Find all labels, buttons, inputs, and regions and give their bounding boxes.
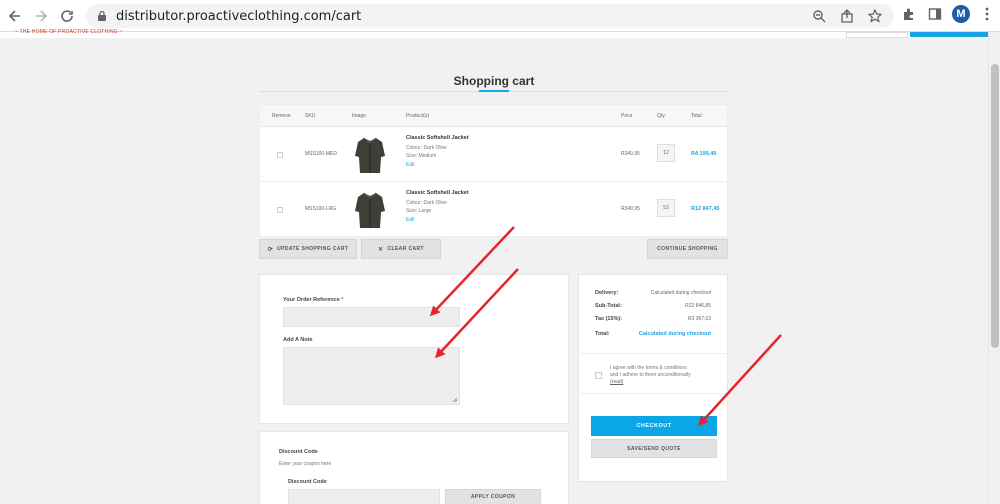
summary-divider [579, 393, 727, 394]
jacket-image [355, 192, 385, 228]
profile-avatar[interactable]: M [952, 5, 970, 23]
subtotal-label: Sub-Total: [595, 303, 622, 309]
product-size: Size: Large [406, 208, 432, 214]
row-sku: MSS100-LRG [305, 206, 337, 212]
qty-input[interactable]: 53 [657, 199, 675, 217]
col-image: Image [352, 113, 366, 119]
tax-value: R3 367,03 [687, 316, 711, 322]
scrollbar-thumb[interactable] [991, 64, 999, 348]
continue-shopping-label: CONTINUE SHOPPING [657, 246, 718, 252]
product-name[interactable]: Classic Softshell Jacket [406, 135, 469, 141]
summary-divider [579, 353, 727, 354]
close-icon: ✕ [378, 246, 384, 253]
site-header [0, 32, 988, 38]
checkout-button[interactable]: CHECKOUT [591, 416, 717, 436]
zoom-icon[interactable] [810, 7, 828, 25]
total-label: Total: [595, 331, 610, 337]
discount-field-label: Discount Code [288, 479, 327, 485]
page-title: Shopping cart [453, 74, 535, 88]
product-size: Size: Medium [406, 153, 437, 159]
product-colour: Colour: Dark Olive [406, 200, 447, 206]
site-tagline: ~ THE HOME OF PROACTIVE CLOTHING ~ [15, 29, 123, 35]
col-total: Total [691, 113, 702, 119]
edit-link[interactable]: Edit [406, 217, 415, 223]
note-textarea[interactable] [283, 347, 460, 405]
url-text[interactable]: distributor.proactiveclothing.com/cart [116, 9, 361, 24]
back-icon[interactable] [4, 5, 26, 27]
header-cart-bar[interactable] [910, 32, 988, 37]
order-details-panel: Your Order Reference * Add A Note [259, 274, 569, 424]
continue-shopping-button[interactable]: CONTINUE SHOPPING [647, 239, 728, 259]
sidebar-icon[interactable] [926, 5, 944, 23]
order-reference-input[interactable] [283, 307, 460, 327]
header-login-link[interactable] [846, 32, 908, 38]
terms-read-link[interactable]: (read) [610, 379, 623, 385]
col-products: Product(s) [406, 113, 430, 119]
discount-panel: Discount Code Enter your coupon here Dis… [259, 431, 569, 504]
resize-handle-icon[interactable] [452, 397, 458, 403]
order-summary-panel: Delivery: Calculated during checkout Sub… [578, 274, 728, 482]
total-value: Calculated during checkout [638, 331, 711, 337]
update-cart-button[interactable]: ⟳ UPDATE SHOPPING CART [259, 239, 357, 259]
page-scrollbar[interactable] [988, 32, 1000, 504]
jacket-image [355, 137, 385, 173]
qty-input[interactable]: 12 [657, 144, 675, 162]
clear-cart-button[interactable]: ✕ CLEAR CART [361, 239, 441, 259]
reload-icon[interactable] [56, 5, 78, 27]
table-row: MSS100-MED Classic Softshell Jacket Colo… [260, 127, 727, 182]
row-total: R4 199,40 [691, 151, 717, 157]
order-reference-label: Your Order Reference * [283, 297, 344, 303]
share-icon[interactable] [838, 7, 856, 25]
row-price: R349,95 [621, 151, 640, 157]
clear-cart-label: CLEAR CART [387, 246, 424, 252]
title-accent-underline [479, 90, 509, 92]
note-label: Add A Note [283, 337, 313, 343]
bookmark-star-icon[interactable] [866, 7, 884, 25]
col-remove: Remove [272, 113, 291, 119]
lock-icon [98, 10, 106, 21]
delivery-value: Calculated during checkout [650, 290, 711, 296]
refresh-icon: ⟳ [267, 246, 274, 253]
apply-coupon-button[interactable]: APPLY COUPON [445, 489, 541, 504]
table-row: MSS100-LRG Classic Softshell Jacket Colo… [260, 182, 727, 237]
remove-checkbox[interactable] [277, 152, 283, 158]
address-bar[interactable]: distributor.proactiveclothing.com/cart [86, 4, 894, 28]
edit-link[interactable]: Edit [406, 162, 415, 168]
row-price: R349,95 [621, 206, 640, 212]
col-sku: SKU [305, 113, 316, 119]
tax-label: Tax (15%): [595, 316, 623, 322]
col-qty: Qty. [657, 113, 666, 119]
discount-title: Discount Code [279, 449, 318, 455]
terms-text: I agree with the terms & conditions and … [610, 365, 691, 385]
extensions-icon[interactable] [900, 5, 918, 23]
row-sku: MSS100-MED [305, 151, 337, 157]
delivery-label: Delivery: [595, 290, 619, 296]
subtotal-value: R22 846,85 [685, 303, 711, 309]
terms-checkbox[interactable] [595, 372, 602, 379]
browser-toolbar: distributor.proactiveclothing.com/cart M [0, 0, 1000, 32]
discount-subtitle: Enter your coupon here [279, 461, 332, 467]
remove-checkbox[interactable] [277, 207, 283, 213]
discount-code-input[interactable] [288, 489, 440, 504]
cart-table: Remove SKU Image Product(s) Price Qty. T… [259, 104, 728, 237]
product-colour: Colour: Dark Olive [406, 145, 447, 151]
product-name[interactable]: Classic Softshell Jacket [406, 190, 469, 196]
row-total: R12 847,45 [691, 206, 720, 212]
table-header: Remove SKU Image Product(s) Price Qty. T… [260, 105, 727, 127]
forward-icon[interactable] [30, 5, 52, 27]
col-price: Price [621, 113, 633, 119]
menu-kebab-icon[interactable] [978, 5, 996, 23]
save-send-quote-button[interactable]: SAVE/SEND QUOTE [591, 439, 717, 458]
update-cart-label: UPDATE SHOPPING CART [277, 246, 349, 252]
